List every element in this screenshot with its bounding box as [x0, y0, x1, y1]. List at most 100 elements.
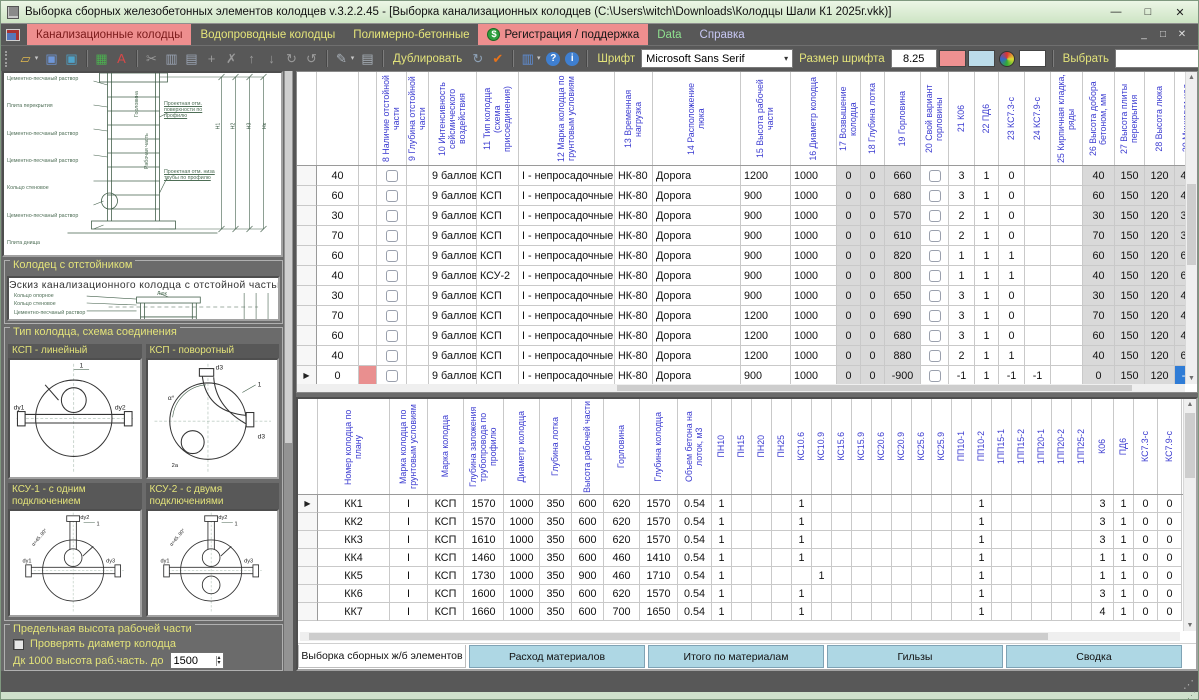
column-header-ks209[interactable]: КС20.9 [892, 399, 912, 494]
cell-pn15[interactable] [732, 585, 752, 603]
cell-p201[interactable] [1032, 603, 1052, 621]
cell-c26[interactable]: 60 [1083, 246, 1115, 266]
checkbox[interactable] [929, 290, 941, 302]
cell-c10[interactable]: 9 баллов [429, 366, 477, 384]
cell-c22[interactable]: 1 [975, 306, 999, 326]
cell-mark[interactable]: КСП [428, 567, 464, 585]
cell-val[interactable]: 60 [317, 186, 359, 206]
cell-c13[interactable]: НК-80 [615, 346, 653, 366]
menu-item[interactable]: Водопроводные колодцы [191, 24, 344, 46]
cell-c22[interactable]: 1 [975, 326, 999, 346]
cell-c20[interactable] [921, 186, 949, 206]
print-icon[interactable]: ▤ [358, 49, 377, 69]
cell-pn25[interactable] [772, 513, 792, 531]
cell-mark[interactable]: КСП [428, 531, 464, 549]
cell-mark[interactable]: КСП [428, 495, 464, 513]
cell-pn20[interactable] [752, 549, 772, 567]
cell-c19[interactable]: -900 [885, 366, 921, 384]
column-header-c15[interactable]: 15 Высота рабочей части [741, 72, 791, 165]
cell-c10[interactable]: 9 баллов [429, 246, 477, 266]
cell-c9[interactable] [407, 366, 429, 384]
cell-c14[interactable]: Дорога [653, 186, 741, 206]
cell-rab[interactable]: 600 [572, 585, 604, 603]
cell-ks156[interactable] [832, 585, 852, 603]
cell-c27[interactable]: 150 [1115, 286, 1145, 306]
cell-c19[interactable]: 680 [885, 326, 921, 346]
cell-c18[interactable]: 0 [861, 306, 885, 326]
cell-p201[interactable] [1032, 549, 1052, 567]
cell-c28[interactable]: 120 [1145, 286, 1175, 306]
cell-vol[interactable]: 0.54 [678, 531, 712, 549]
column-header-ks156[interactable]: КС15.6 [832, 399, 852, 494]
cell-val[interactable]: 30 [317, 286, 359, 306]
cell-val[interactable]: 70 [317, 226, 359, 246]
cell-well[interactable]: 1570 [640, 531, 678, 549]
cell-k06[interactable]: 3 [1092, 513, 1114, 531]
cell-pd6[interactable]: 1 [1114, 513, 1134, 531]
cell-c9[interactable] [407, 246, 429, 266]
cell-c20[interactable] [921, 226, 949, 246]
column-header-c23[interactable]: 23 КС7.3-с [999, 72, 1025, 165]
table-row[interactable]: ▶КК1IКСП1570100035060062015700.541113100 [298, 495, 1183, 513]
mdi-minimize-button[interactable]: _ [1136, 29, 1152, 40]
select-dropdown[interactable]: ▾ [1115, 49, 1198, 68]
cell-c8[interactable] [377, 246, 407, 266]
row-header[interactable] [297, 306, 317, 326]
apply-check-icon[interactable]: ✔ [488, 49, 507, 69]
cell-pipe[interactable]: 1660 [464, 603, 504, 621]
cell-c22[interactable]: 1 [975, 286, 999, 306]
cell-c18[interactable]: 0 [861, 226, 885, 246]
cell-p151[interactable] [992, 513, 1012, 531]
cell-c13[interactable]: НК-80 [615, 326, 653, 346]
cell-p202[interactable] [1052, 513, 1072, 531]
cell-pipe[interactable]: 1730 [464, 567, 504, 585]
cell-c22[interactable]: 1 [975, 366, 999, 384]
cell-c17[interactable]: 0 [837, 286, 861, 306]
cell-c8[interactable] [377, 366, 407, 384]
cell-c21[interactable]: -1 [949, 366, 975, 384]
cell-ks73[interactable]: 0 [1134, 549, 1158, 567]
cell-p152[interactable] [1012, 513, 1032, 531]
cell-well[interactable]: 1570 [640, 495, 678, 513]
cell-ks159[interactable] [852, 531, 872, 549]
cell-flag[interactable] [359, 226, 377, 246]
cell-p252[interactable] [1072, 585, 1092, 603]
cell-c16[interactable]: 1000 [791, 186, 837, 206]
cell-c12[interactable]: I - непросадочные сухи... [519, 206, 615, 226]
cell-ks79[interactable]: 0 [1158, 603, 1182, 621]
cell-c24[interactable] [1025, 206, 1051, 226]
paste-icon[interactable]: ▤ [182, 49, 201, 69]
delete-row-icon[interactable]: ✗ [222, 49, 241, 69]
cell-c21[interactable]: 3 [949, 166, 975, 186]
cell-num[interactable]: КК1 [318, 495, 390, 513]
cell-pp101[interactable] [952, 603, 972, 621]
cell-c28[interactable]: 120 [1145, 306, 1175, 326]
cell-c12[interactable]: I - непросадочные сухи... [519, 366, 615, 384]
table-row[interactable]: КК6IКСП1600100035060062015700.541113100 [298, 585, 1183, 603]
cell-c23[interactable]: 0 [999, 286, 1025, 306]
cell-dia[interactable]: 1000 [504, 549, 540, 567]
mdi-close-button[interactable]: ✕ [1174, 29, 1190, 40]
cell-c17[interactable]: 0 [837, 366, 861, 384]
cell-c14[interactable]: Дорога [653, 346, 741, 366]
cell-pn20[interactable] [752, 495, 772, 513]
cell-c19[interactable]: 800 [885, 266, 921, 286]
cell-ks106[interactable]: 1 [792, 585, 812, 603]
row-header[interactable] [298, 567, 318, 585]
cell-c12[interactable]: I - непросадочные сухи... [519, 186, 615, 206]
cell-ks206[interactable] [872, 513, 892, 531]
cell-dia[interactable]: 1000 [504, 531, 540, 549]
cell-c20[interactable] [921, 346, 949, 366]
cell-pp101[interactable] [952, 567, 972, 585]
checkbox[interactable] [386, 370, 398, 382]
cell-c22[interactable]: 1 [975, 206, 999, 226]
cell-c17[interactable]: 0 [837, 246, 861, 266]
cell-p152[interactable] [1012, 531, 1032, 549]
cell-c11[interactable]: КСП [477, 246, 519, 266]
cell-c10[interactable]: 9 баллов [429, 206, 477, 226]
row-header[interactable] [298, 531, 318, 549]
cell-pp102[interactable]: 1 [972, 585, 992, 603]
column-header-c21[interactable]: 21 К06 [949, 72, 975, 165]
toolbar-grip[interactable] [5, 51, 10, 67]
cell-c9[interactable] [407, 226, 429, 246]
